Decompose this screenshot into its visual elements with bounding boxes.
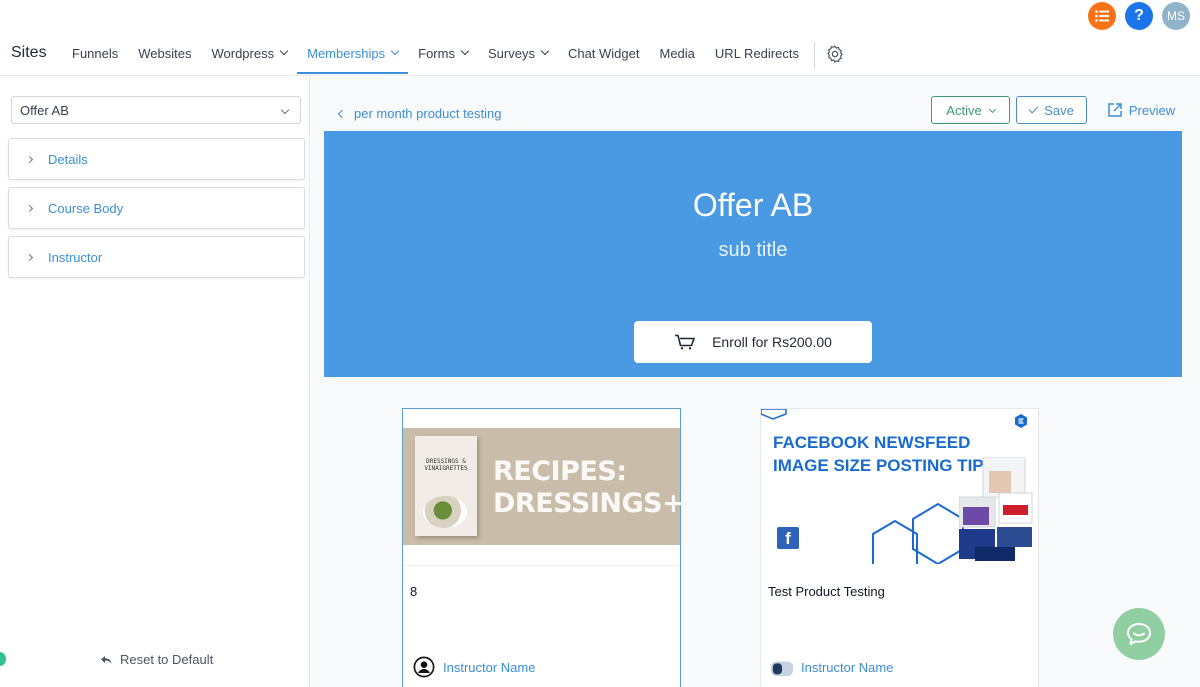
nav-media[interactable]: Media xyxy=(650,38,705,74)
list-icon[interactable] xyxy=(1088,2,1116,30)
reset-to-default-button[interactable]: Reset to Default xyxy=(100,652,213,667)
nav-chat-widget[interactable]: Chat Widget xyxy=(558,38,650,74)
preview-button[interactable]: Preview xyxy=(1096,96,1186,124)
back-link[interactable]: per month product testing xyxy=(337,106,502,121)
nav-label: Wordpress xyxy=(211,46,275,61)
main-nav: Funnels Websites Wordpress Memberships F… xyxy=(62,38,845,74)
top-right-icons: ? MS xyxy=(1088,2,1190,30)
chevron-down-icon xyxy=(390,46,400,56)
product-image: DRESSINGS & VINAIGRETTES RECIPES: DRESSI… xyxy=(403,428,685,545)
avatar-initials: MS xyxy=(1167,9,1185,23)
product-image-text: RECIPES: DRESSINGS+ xyxy=(493,456,685,519)
nav-divider xyxy=(813,42,815,68)
section-course-body[interactable]: Course Body xyxy=(8,187,305,229)
status-dropdown[interactable]: Active xyxy=(931,96,1010,124)
facebook-icon: f xyxy=(777,527,799,549)
sidebar: Offer AB Details Course Body Instructor … xyxy=(0,77,310,687)
nav-label: Funnels xyxy=(72,46,119,61)
save-label: Save xyxy=(1044,102,1074,118)
instructor-avatar-icon xyxy=(771,661,793,677)
status-dot xyxy=(0,652,6,666)
section-instructor[interactable]: Instructor xyxy=(8,236,305,278)
reset-label: Reset to Default xyxy=(120,652,214,667)
status-label: Active xyxy=(946,102,982,118)
card-divider xyxy=(403,565,680,566)
external-link-icon xyxy=(1108,103,1122,117)
avatar[interactable]: MS xyxy=(1162,2,1190,30)
preview-label: Preview xyxy=(1128,102,1176,118)
nav-label: Memberships xyxy=(307,46,386,61)
chevron-right-icon xyxy=(25,204,34,212)
chevron-down-icon xyxy=(280,105,290,115)
section-label: Details xyxy=(48,151,88,167)
check-icon xyxy=(1028,103,1039,114)
cart-icon xyxy=(675,334,695,350)
nav-label: Chat Widget xyxy=(567,46,640,61)
back-label: per month product testing xyxy=(354,106,502,121)
top-bar: Sites Funnels Websites Wordpress Members… xyxy=(0,0,1200,76)
section-label: Course Body xyxy=(48,200,124,216)
book-cover-image: DRESSINGS & VINAIGRETTES xyxy=(415,436,477,536)
nav-label: URL Redirects xyxy=(714,46,799,61)
product-title: 8 xyxy=(410,584,418,599)
enroll-button[interactable]: Enroll for Rs200.00 xyxy=(634,321,872,363)
nav-label: Surveys xyxy=(487,46,535,61)
offer-subtitle: sub title xyxy=(718,239,788,261)
product-image: FACEBOOK NEWSFEED IMAGE SIZE POSTING TIP… xyxy=(761,409,1038,564)
brand-title: Sites xyxy=(11,44,47,61)
chevron-down-icon xyxy=(988,105,996,113)
nav-label: Forms xyxy=(418,46,455,61)
nav-funnels[interactable]: Funnels xyxy=(62,38,128,74)
nav-websites[interactable]: Websites xyxy=(128,38,201,74)
section-details[interactable]: Details xyxy=(8,138,305,180)
nav-memberships[interactable]: Memberships xyxy=(297,38,409,74)
nav-surveys[interactable]: Surveys xyxy=(478,38,558,74)
chevron-left-icon xyxy=(337,109,347,118)
main-content: per month product testing Active Save Pr… xyxy=(311,77,1200,687)
enroll-label: Enroll for Rs200.00 xyxy=(712,334,832,350)
user-icon xyxy=(413,656,435,678)
nav-wordpress[interactable]: Wordpress xyxy=(201,38,297,74)
chevron-right-icon xyxy=(25,155,34,163)
instructor-name[interactable]: Instructor Name xyxy=(801,660,893,675)
section-label: Instructor xyxy=(48,249,103,265)
offer-hero: Offer AB sub title Enroll for Rs200.00 xyxy=(324,131,1182,377)
nav-label: Media xyxy=(659,46,695,61)
help-label: ? xyxy=(1134,7,1144,24)
screenshot-collage-image xyxy=(959,457,1033,561)
offer-select[interactable]: Offer AB xyxy=(11,96,301,124)
chevron-down-icon xyxy=(279,46,289,56)
chevron-right-icon xyxy=(25,253,34,261)
nav-forms[interactable]: Forms xyxy=(408,38,478,74)
chevron-down-icon xyxy=(460,46,470,56)
nav-label: Websites xyxy=(138,46,192,61)
help-icon[interactable]: ? xyxy=(1125,2,1153,30)
instructor-name[interactable]: Instructor Name xyxy=(443,660,535,675)
chevron-down-icon xyxy=(540,46,550,56)
salad-image xyxy=(423,496,467,528)
product-card[interactable]: DRESSINGS & VINAIGRETTES RECIPES: DRESSI… xyxy=(402,408,685,687)
nav-url-redirects[interactable]: URL Redirects xyxy=(705,38,809,74)
book-title: DRESSINGS & VINAIGRETTES xyxy=(424,458,468,472)
product-card[interactable]: FACEBOOK NEWSFEED IMAGE SIZE POSTING TIP… xyxy=(760,408,1039,687)
instructor: Instructor Name xyxy=(413,656,535,678)
gear-icon[interactable] xyxy=(825,44,845,64)
undo-icon xyxy=(101,655,112,664)
instructor: Instructor Name xyxy=(771,656,893,678)
chat-bubble-button[interactable] xyxy=(1113,608,1165,660)
chat-icon xyxy=(1127,623,1151,645)
offer-title: Offer AB xyxy=(692,187,814,223)
save-button[interactable]: Save xyxy=(1016,96,1087,124)
ezbytes-logo-icon xyxy=(1010,413,1032,435)
product-title: Test Product Testing xyxy=(768,584,885,599)
offer-select-value: Offer AB xyxy=(20,103,69,118)
